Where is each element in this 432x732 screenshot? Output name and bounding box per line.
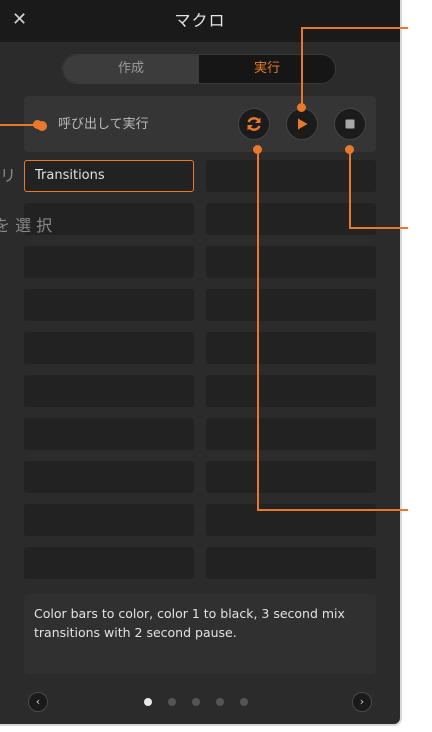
macro-slot[interactable] <box>24 504 194 536</box>
macro-slot[interactable] <box>24 332 194 364</box>
macro-slot-selected[interactable]: Transitions <box>24 160 194 192</box>
play-icon <box>298 118 308 130</box>
callout-dot-recall <box>33 120 42 129</box>
macro-slot[interactable] <box>24 289 194 321</box>
title-bar: ✕ マクロ <box>0 0 400 42</box>
chevron-right-icon[interactable]: › <box>352 692 372 712</box>
background-text-fragment: を 選 択 <box>0 216 53 235</box>
macro-slot[interactable] <box>206 418 376 450</box>
macro-slot[interactable] <box>206 332 376 364</box>
chevron-left-icon[interactable]: ‹ <box>28 692 48 712</box>
callout-line-stop <box>349 227 408 229</box>
macro-slot[interactable] <box>206 461 376 493</box>
callout-dot-stop <box>345 145 354 154</box>
callout-dot-loop <box>253 145 262 154</box>
page-dot[interactable] <box>192 698 200 706</box>
loop-icon <box>247 117 261 131</box>
play-button[interactable] <box>286 108 318 140</box>
macro-slot[interactable] <box>24 418 194 450</box>
macro-description: Color bars to color, color 1 to black, 3… <box>24 594 376 674</box>
page-dot-active[interactable] <box>144 698 152 706</box>
callout-line-loop <box>257 148 259 510</box>
macro-slot[interactable] <box>24 246 194 278</box>
tab-create[interactable]: 作成 <box>63 55 199 83</box>
macro-panel: ✕ マクロ 作成 実行 呼び出して実行 Transitions Color ba… <box>0 0 402 726</box>
callout-line-loop <box>257 509 408 511</box>
tab-run[interactable]: 実行 <box>199 55 335 83</box>
callout-line-stop <box>349 148 351 228</box>
background-text-fragment: リ <box>0 166 17 185</box>
macro-slot[interactable] <box>206 289 376 321</box>
page-dot[interactable] <box>216 698 224 706</box>
callout-line-recall <box>0 124 36 126</box>
callout-dot-play <box>297 103 306 112</box>
macro-slot[interactable] <box>206 246 376 278</box>
callout-line-play <box>301 27 303 107</box>
run-control-bar: 呼び出して実行 <box>24 96 376 152</box>
macro-slot[interactable] <box>206 203 376 235</box>
page-dot[interactable] <box>240 698 248 706</box>
page-indicator <box>140 698 260 706</box>
macro-slot[interactable] <box>24 375 194 407</box>
macro-slot[interactable] <box>206 547 376 579</box>
macro-slot[interactable] <box>24 461 194 493</box>
callout-line-play <box>301 27 408 29</box>
panel-title: マクロ <box>174 11 226 30</box>
macro-slot[interactable] <box>24 547 194 579</box>
recall-and-run-label: 呼び出して実行 <box>58 117 149 132</box>
stop-icon <box>345 119 355 129</box>
stop-button[interactable] <box>334 108 366 140</box>
loop-button[interactable] <box>238 108 270 140</box>
mode-tabs: 作成 実行 <box>62 54 336 84</box>
macro-slot[interactable] <box>206 160 376 192</box>
page-dot[interactable] <box>168 698 176 706</box>
macro-slot[interactable] <box>206 375 376 407</box>
